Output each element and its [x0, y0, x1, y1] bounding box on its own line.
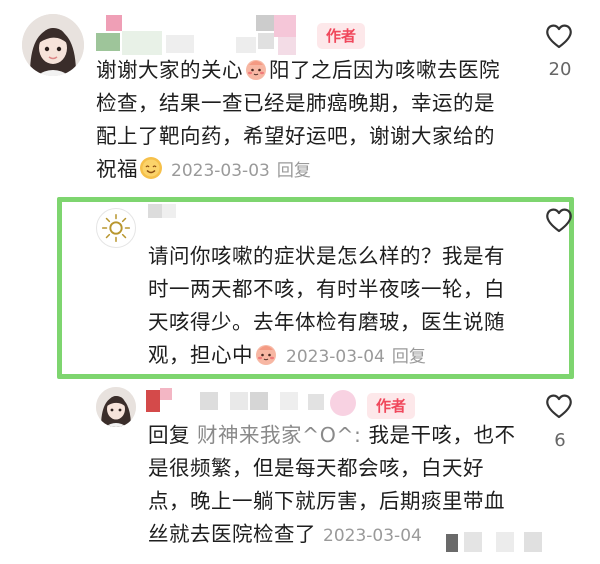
like-heart-icon[interactable]: [544, 392, 574, 420]
reply-button[interactable]: 回复: [392, 347, 426, 367]
comment-line: 检查，结果一查已经是肺癌晚期，幸运的是: [96, 91, 495, 115]
author-badge: 作者: [367, 393, 416, 419]
like-count: 6: [554, 430, 566, 451]
comment-body: 请问你咳嗽的症状是怎么样的？我是有 时一两天都不咳，有时半夜咳一轮，白 天咳得少…: [148, 240, 505, 374]
footer-mosaic: [446, 528, 546, 558]
comment-line: 配上了靶向药，希望好运吧，谢谢大家给的: [96, 124, 495, 148]
reply-prefix: 回复: [148, 423, 190, 447]
comment-line: 点，晚上一躺下就厉害，后期痰里带血: [148, 489, 505, 513]
reply-target-user[interactable]: 财神来我家^O^:: [197, 423, 361, 447]
comment-line: 天咳得少。去年体检有磨玻，医生说随: [148, 310, 505, 334]
comment-line: 谢谢大家的关心: [96, 58, 243, 82]
comment-line: 我是干咳，也不: [361, 423, 516, 447]
comment-date: 2023-03-03: [171, 161, 270, 181]
comment-line: 丝就去医院检查了: [148, 522, 316, 546]
like-count: 20: [548, 59, 572, 80]
blush-face-emoji: [254, 342, 278, 366]
smile-emoji: [139, 156, 163, 180]
comment-date: 2023-03-04: [323, 526, 422, 546]
reply-button[interactable]: 回复: [277, 161, 311, 181]
author-badge: 作者: [317, 23, 366, 49]
comment-line: 是很频繁，但是每天都会咳，白天好: [148, 456, 484, 480]
blush-face-emoji: [244, 57, 268, 81]
username-mosaic[interactable]: [146, 388, 360, 418]
comment-line: 祝福: [96, 157, 138, 181]
username-mosaic[interactable]: [148, 204, 178, 224]
like-heart-icon[interactable]: [544, 22, 574, 50]
comment-line: 观，担心中: [148, 343, 253, 367]
commenter-avatar[interactable]: [96, 208, 136, 248]
comment-date: 2023-03-04: [286, 347, 385, 367]
comment-line: 时一两天都不咳，有时半夜咳一轮，白: [148, 277, 505, 301]
comment-body: 谢谢大家的关心 阳了之后因为咳嗽去医院 检查，结果一查已经是肺癌晚期，幸运的是 配…: [96, 54, 500, 188]
username-mosaic[interactable]: [96, 15, 308, 59]
author-avatar[interactable]: [22, 14, 84, 76]
author-avatar[interactable]: [96, 387, 136, 427]
like-heart-icon[interactable]: [544, 206, 574, 234]
comment-line: 阳了之后因为咳嗽去医院: [269, 58, 500, 82]
comment-line: 请问你咳嗽的症状是怎么样的？我是有: [148, 244, 505, 268]
